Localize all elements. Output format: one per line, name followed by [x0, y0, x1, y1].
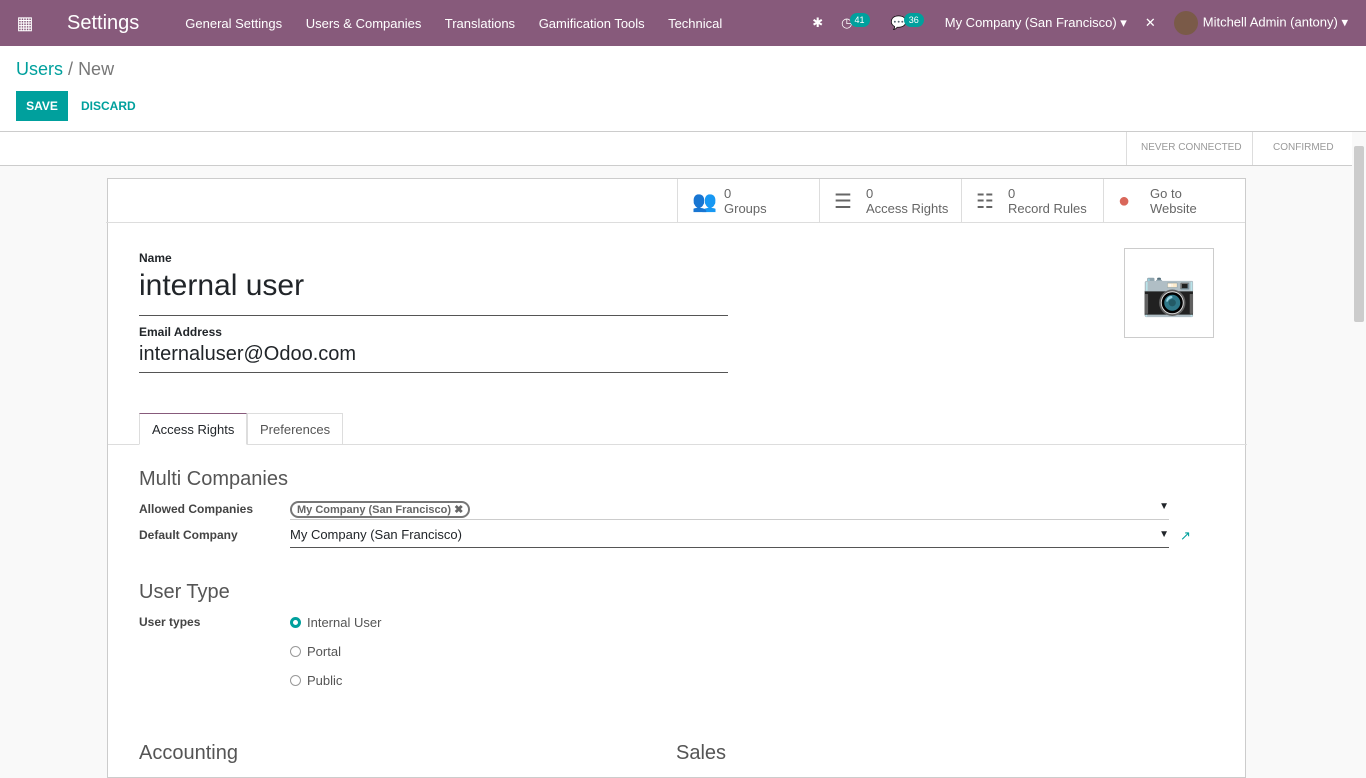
messages-badge: 36	[903, 13, 924, 27]
users-icon: 👥	[692, 190, 717, 213]
sales-heading: Sales	[676, 742, 727, 764]
control-panel: Users / New SAVE DISCARD	[0, 46, 1366, 132]
main-menu: General Settings Users & Companies Trans…	[185, 16, 742, 31]
debug-bug-icon[interactable]: ✱	[812, 15, 823, 31]
go-to-website-button[interactable]: ● Go to Website	[1103, 179, 1245, 223]
status-confirmed: CONFIRMED	[1273, 142, 1334, 153]
list-ul-icon: ☷	[976, 190, 994, 213]
photo-upload[interactable]: 📷	[1124, 248, 1214, 338]
company-tag: My Company (San Francisco) ✖	[290, 501, 471, 518]
tab-access-rights[interactable]: Access Rights	[139, 413, 248, 445]
activity-badge: 41	[849, 13, 870, 27]
discard-button[interactable]: DISCARD	[81, 99, 136, 113]
avatar	[1173, 11, 1198, 35]
email-input[interactable]: internaluser@Odoo.com	[139, 343, 728, 373]
top-navbar: ▦ Settings General Settings Users & Comp…	[0, 0, 1366, 46]
app-title: Settings	[67, 11, 140, 34]
activity-button[interactable]: ◷ 41	[841, 13, 872, 31]
status-never-connected: NEVER CONNECTED	[1141, 142, 1242, 153]
dropdown-caret-icon[interactable]: ▼	[1159, 501, 1169, 512]
name-input[interactable]: internal user	[139, 269, 728, 316]
radio-internal-user[interactable]: Internal User	[290, 615, 381, 630]
user-types-label: User types	[139, 615, 201, 629]
menu-users-companies[interactable]: Users & Companies	[306, 16, 422, 31]
user-menu[interactable]: Mitchell Admin (antony) ▾	[1173, 11, 1348, 35]
menu-general-settings[interactable]: General Settings	[185, 16, 282, 31]
breadcrumb: Users / New	[16, 59, 115, 79]
groups-button[interactable]: 👥 0 Groups	[677, 179, 819, 223]
tools-icon[interactable]: ✕	[1145, 15, 1156, 31]
globe-icon: ●	[1118, 189, 1131, 212]
list-icon: ☰	[834, 190, 852, 213]
notebook-tabs: Access Rights Preferences	[108, 413, 1247, 445]
user-name: Mitchell Admin (antony)	[1202, 14, 1338, 30]
menu-technical[interactable]: Technical	[668, 16, 722, 31]
save-button[interactable]: SAVE	[16, 91, 68, 121]
multi-companies-heading: Multi Companies	[139, 468, 288, 490]
breadcrumb-current: New	[78, 59, 115, 79]
smart-button-box: 👥 0 Groups ☰ 0 Access Rights ☷ 0 Record Rules …	[106, 179, 1245, 223]
default-company-select[interactable]: My Company (San Francisco) ▼	[290, 527, 1169, 548]
company-switcher[interactable]: My Company (San Francisco) ▾	[945, 15, 1127, 31]
menu-translations[interactable]: Translations	[445, 16, 515, 31]
breadcrumb-users[interactable]: Users	[16, 59, 63, 79]
allowed-companies-label: Allowed Companies	[139, 502, 254, 516]
radio-portal[interactable]: Portal	[290, 644, 341, 659]
external-link-icon[interactable]: ↗	[1180, 528, 1191, 544]
tab-preferences[interactable]: Preferences	[247, 413, 344, 445]
record-rules-button[interactable]: ☷ 0 Record Rules	[961, 179, 1103, 223]
accounting-heading: Accounting	[139, 742, 238, 764]
company-name: My Company (San Francisco)	[944, 15, 1117, 30]
access-rights-button[interactable]: ☰ 0 Access Rights	[819, 179, 961, 223]
radio-public[interactable]: Public	[290, 673, 342, 688]
form-sheet: 👥 0 Groups ☰ 0 Access Rights ☷ 0 Record Rules …	[106, 178, 1247, 778]
remove-tag-icon[interactable]: ✖	[454, 504, 463, 516]
messages-button[interactable]: 💬 36	[891, 13, 927, 31]
user-type-heading: User Type	[139, 581, 230, 603]
dropdown-caret-icon[interactable]: ▼	[1159, 529, 1169, 540]
name-label: Name	[139, 251, 172, 265]
menu-gamification-tools[interactable]: Gamification Tools	[539, 16, 645, 31]
statusbar: NEVER CONNECTED CONFIRMED	[0, 132, 1352, 166]
camera-plus-icon: 📷	[1141, 269, 1197, 318]
default-company-label: Default Company	[139, 528, 238, 542]
scrollbar[interactable]	[1354, 146, 1364, 322]
apps-menu-icon[interactable]: ▦	[0, 13, 50, 34]
email-label: Email Address	[139, 325, 222, 339]
